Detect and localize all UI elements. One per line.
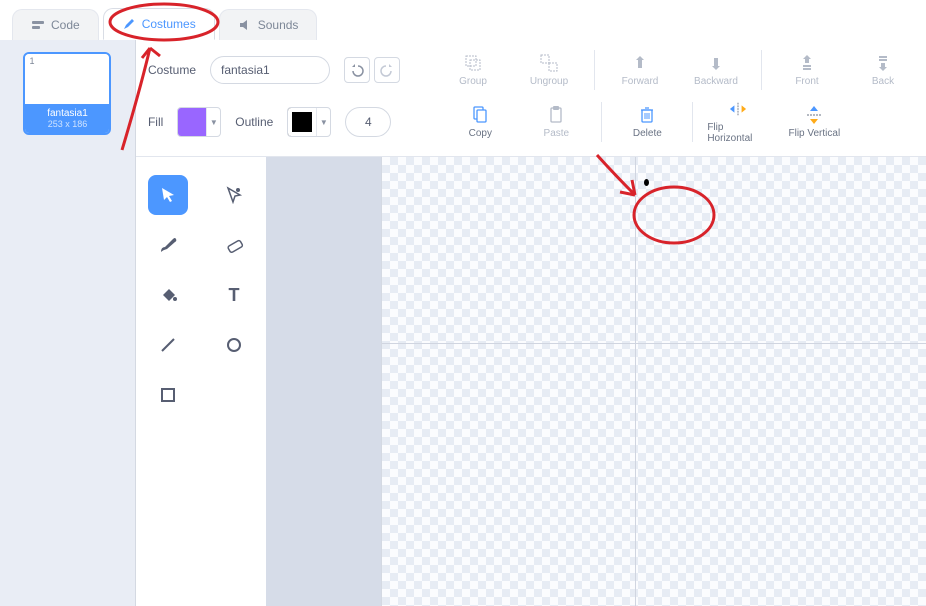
workspace: 1 fantasia1 253 x 186 Costume bbox=[0, 40, 926, 606]
trash-icon bbox=[638, 106, 656, 124]
back-icon bbox=[874, 54, 892, 72]
front-icon bbox=[798, 54, 816, 72]
outline-swatch bbox=[288, 108, 316, 136]
outline-color-picker[interactable]: ▼ bbox=[287, 107, 331, 137]
costume-thumbnail[interactable]: 1 fantasia1 253 x 186 bbox=[23, 52, 111, 135]
delete-label: Delete bbox=[633, 128, 662, 139]
canvas-margin bbox=[266, 157, 381, 606]
costume-label: Costume bbox=[148, 63, 196, 77]
thumb-size: 253 x 186 bbox=[27, 119, 107, 129]
edit-area: T bbox=[136, 157, 926, 606]
rect-tool[interactable] bbox=[148, 375, 188, 415]
redo-button[interactable] bbox=[374, 57, 400, 83]
tab-code-label: Code bbox=[51, 18, 80, 32]
forward-icon bbox=[631, 54, 649, 72]
tab-costumes[interactable]: Costumes bbox=[103, 8, 215, 40]
chevron-down-icon: ▼ bbox=[316, 108, 330, 136]
back-label: Back bbox=[872, 76, 894, 87]
flip-h-label: Flip Horizontal bbox=[707, 122, 769, 144]
paste-button[interactable]: Paste bbox=[525, 106, 587, 139]
svg-text:T: T bbox=[228, 286, 239, 304]
tab-sounds[interactable]: Sounds bbox=[219, 9, 318, 40]
group-button[interactable]: Group bbox=[442, 54, 504, 87]
circle-tool[interactable] bbox=[214, 325, 254, 365]
ungroup-label: Ungroup bbox=[530, 76, 568, 87]
sound-icon bbox=[238, 18, 252, 32]
chevron-down-icon: ▼ bbox=[206, 108, 220, 136]
costume-sidebar: 1 fantasia1 253 x 186 bbox=[0, 40, 136, 606]
text-tool[interactable]: T bbox=[214, 275, 254, 315]
brush-tool[interactable] bbox=[148, 225, 188, 265]
front-button[interactable]: Front bbox=[776, 54, 838, 87]
paste-icon bbox=[547, 106, 565, 124]
reshape-tool[interactable] bbox=[214, 175, 254, 215]
separator bbox=[692, 102, 693, 142]
flip-vertical-icon bbox=[805, 106, 823, 124]
separator bbox=[594, 50, 595, 90]
drawn-dot[interactable] bbox=[644, 179, 649, 186]
delete-button[interactable]: Delete bbox=[616, 106, 678, 139]
fill-color-picker[interactable]: ▼ bbox=[177, 107, 221, 137]
forward-button[interactable]: Forward bbox=[609, 54, 671, 87]
fill-tool[interactable] bbox=[148, 275, 188, 315]
flip-vertical-button[interactable]: Flip Vertical bbox=[783, 106, 845, 139]
backward-button[interactable]: Backward bbox=[685, 54, 747, 87]
toolbar-row-2: Fill ▼ Outline ▼ Copy bbox=[136, 100, 926, 156]
copy-icon bbox=[471, 106, 489, 124]
canvas-area[interactable] bbox=[266, 157, 926, 606]
backward-label: Backward bbox=[694, 76, 738, 87]
outline-width-input[interactable] bbox=[345, 107, 391, 137]
fill-label: Fill bbox=[148, 115, 163, 129]
thumb-name: fantasia1 bbox=[27, 108, 107, 119]
back-button[interactable]: Back bbox=[852, 54, 914, 87]
tab-costumes-label: Costumes bbox=[142, 17, 196, 31]
group-icon bbox=[464, 54, 482, 72]
paste-label: Paste bbox=[544, 128, 570, 139]
code-icon bbox=[31, 18, 45, 32]
tab-sounds-label: Sounds bbox=[258, 18, 299, 32]
separator bbox=[601, 102, 602, 142]
separator bbox=[761, 50, 762, 90]
flip-v-label: Flip Vertical bbox=[788, 128, 840, 139]
copy-button[interactable]: Copy bbox=[449, 106, 511, 139]
front-label: Front bbox=[795, 76, 818, 87]
drawing-toolbox: T bbox=[136, 157, 266, 606]
toolbar-row-1: Costume Group Un bbox=[136, 40, 926, 100]
ungroup-button[interactable]: Ungroup bbox=[518, 54, 580, 87]
forward-label: Forward bbox=[622, 76, 659, 87]
outline-label: Outline bbox=[235, 115, 273, 129]
undo-button[interactable] bbox=[344, 57, 370, 83]
costume-name-input[interactable] bbox=[210, 56, 330, 84]
fill-swatch bbox=[178, 108, 206, 136]
flip-horizontal-icon bbox=[729, 100, 747, 118]
eraser-tool[interactable] bbox=[214, 225, 254, 265]
flip-horizontal-button[interactable]: Flip Horizontal bbox=[707, 100, 769, 144]
main-pane: Costume Group Un bbox=[136, 40, 926, 606]
thumb-index: 1 bbox=[29, 56, 34, 66]
brush-icon bbox=[122, 17, 136, 31]
tab-code[interactable]: Code bbox=[12, 9, 99, 40]
ungroup-icon bbox=[540, 54, 558, 72]
select-tool[interactable] bbox=[148, 175, 188, 215]
copy-label: Copy bbox=[469, 128, 492, 139]
line-tool[interactable] bbox=[148, 325, 188, 365]
canvas[interactable] bbox=[381, 157, 926, 606]
backward-icon bbox=[707, 54, 725, 72]
group-label: Group bbox=[459, 76, 487, 87]
tab-bar: Code Costumes Sounds bbox=[0, 0, 926, 40]
